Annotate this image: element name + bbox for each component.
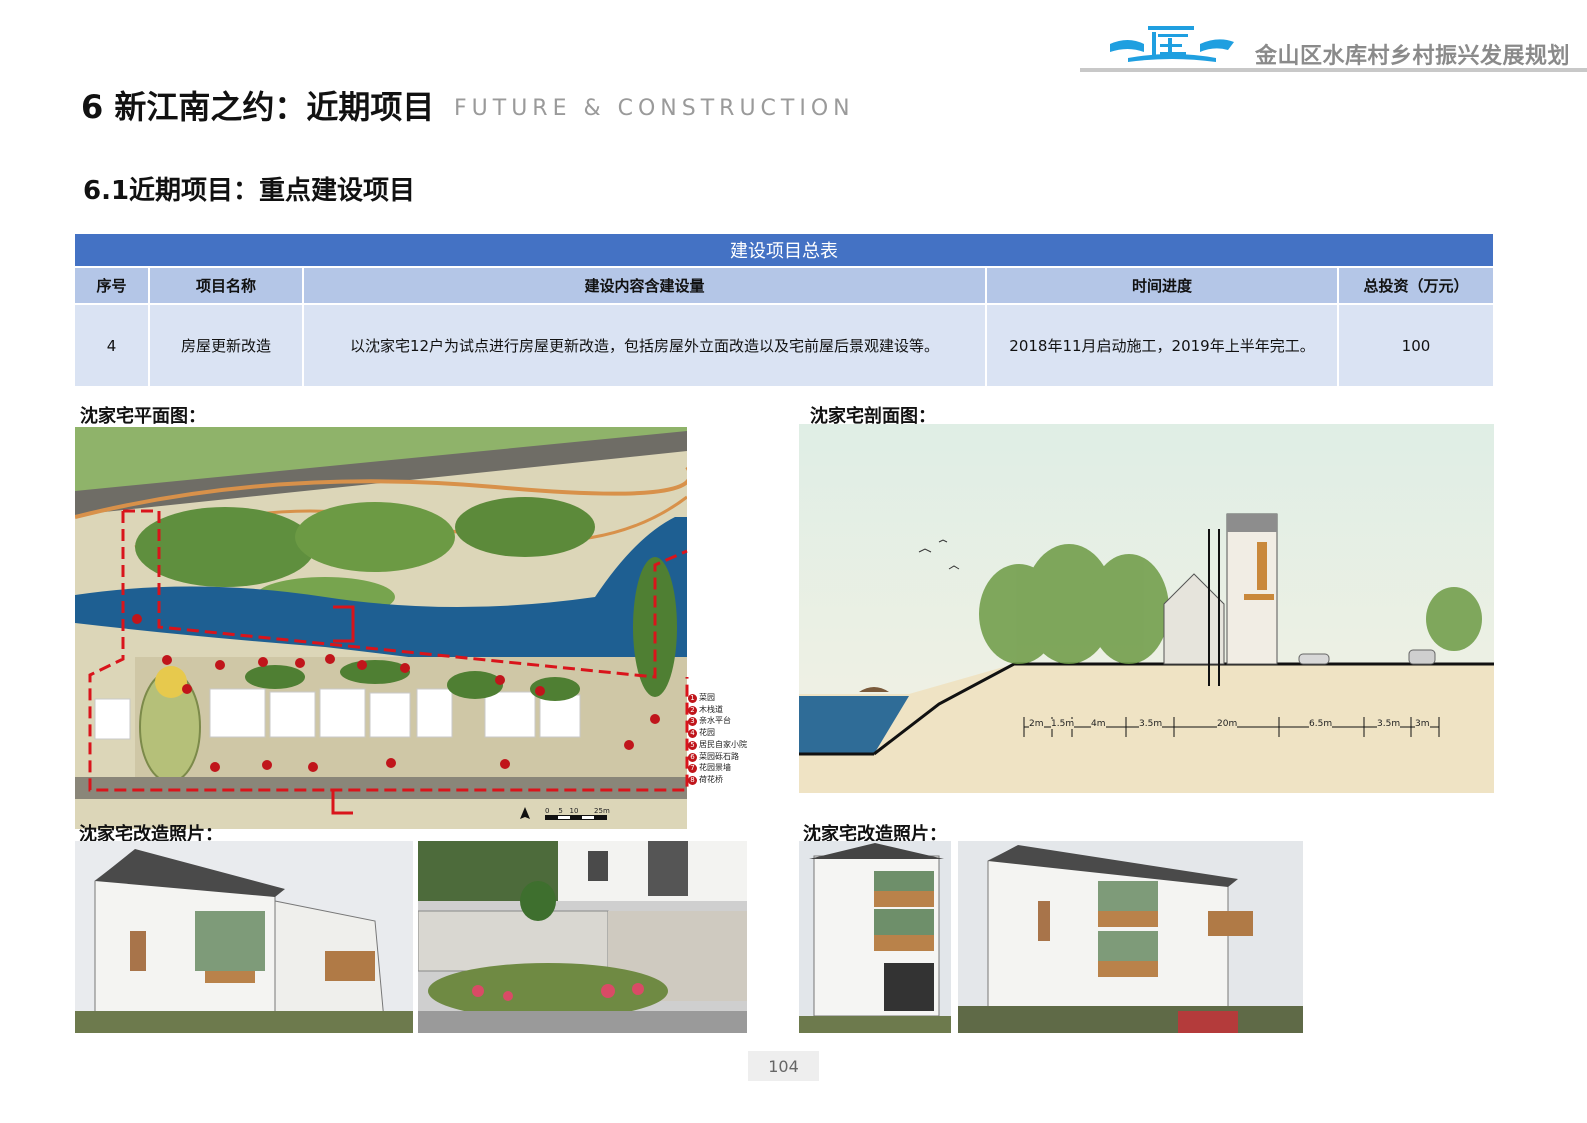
section-drawing-image: 2m 1.5m 4m 3.5m 20m 6.5m 3.5m 3m (799, 424, 1494, 793)
table-cell: 以沈家宅12户为试点进行房屋更新改造，包括房屋外立面改造以及宅前屋后景观建设等。 (304, 305, 987, 386)
legend-item: 6 菜园砾石路 (688, 751, 747, 763)
plan-label: 沈家宅平面图： (80, 406, 206, 427)
table-header-cell: 序号 (75, 268, 150, 303)
renovation-photo-2 (418, 841, 747, 1033)
section-title: 6 新江南之约：近期项目 (81, 88, 435, 126)
section-drawing (799, 424, 1494, 793)
table-header-cell: 总投资（万元） (1363, 277, 1469, 295)
scale-tick: 25m (594, 807, 610, 815)
legend-item: 1 菜园 (688, 692, 747, 704)
scale-tick: 5 (558, 807, 563, 815)
renovation-photo-4 (958, 841, 1303, 1033)
dimension-label: 2m (1029, 719, 1044, 729)
table-cell: 房屋更新改造 (150, 305, 304, 386)
table-cell: 100 (1401, 336, 1431, 355)
table-cell: 4 (75, 305, 150, 386)
site-plan-drawing (75, 427, 747, 829)
table-header-cell: 建设内容含建设量 (304, 268, 987, 303)
section-subtitle: FUTURE & CONSTRUCTION (454, 96, 855, 121)
subsection-title: 6.1近期项目：重点建设项目 (83, 176, 416, 206)
table-header-cell: 时间进度 (987, 268, 1339, 303)
legend-item: 4 花园 (688, 727, 747, 739)
page-number: 104 (748, 1051, 819, 1081)
plan-legend: 1 菜园 2 木栈道 3 亲水平台 4 花园 5 居民自家小院 6 菜园砾石路 7 花园景墙 … (688, 692, 747, 786)
table-cell: 2018年11月启动施工，2019年上半年完工。 (987, 305, 1339, 386)
brand-title: 金山区水库村乡村振兴发展规划 (1255, 44, 1571, 69)
legend-item: 8 荷花桥 (688, 774, 747, 786)
plan-scale-bar: 0 5 10 25m (545, 807, 610, 820)
dimension-label: 3m (1415, 719, 1430, 729)
scale-tick: 0 (545, 807, 550, 815)
dimension-label: 3.5m (1139, 719, 1163, 729)
table-header-row: 序号 项目名称 建设内容含建设量 时间进度 总投资（万元） (75, 266, 1493, 303)
table-title: 建设项目总表 (75, 234, 1493, 266)
renovation-photo-1 (75, 841, 413, 1033)
table-row: 4 房屋更新改造 以沈家宅12户为试点进行房屋更新改造，包括房屋外立面改造以及宅… (75, 303, 1493, 386)
scale-tick: 10 (569, 807, 579, 815)
dimension-label: 20m (1217, 719, 1238, 729)
legend-item: 7 花园景墙 (688, 762, 747, 774)
legend-item: 2 木栈道 (688, 704, 747, 716)
renovation-photo-3 (799, 841, 951, 1033)
construction-summary-table: 建设项目总表 序号 项目名称 建设内容含建设量 时间进度 总投资（万元） 4 房… (75, 234, 1493, 386)
dimension-label: 1.5m (1051, 719, 1075, 729)
legend-item: 5 居民自家小院 (688, 739, 747, 751)
dimension-label: 3.5m (1377, 719, 1401, 729)
legend-item: 3 亲水平台 (688, 715, 747, 727)
water-village-logo-icon (1110, 26, 1234, 62)
dimension-label: 6.5m (1309, 719, 1333, 729)
table-header-cell: 项目名称 (150, 268, 304, 303)
dimension-label: 4m (1091, 719, 1106, 729)
site-plan-image: 0 5 10 25m (75, 427, 747, 829)
